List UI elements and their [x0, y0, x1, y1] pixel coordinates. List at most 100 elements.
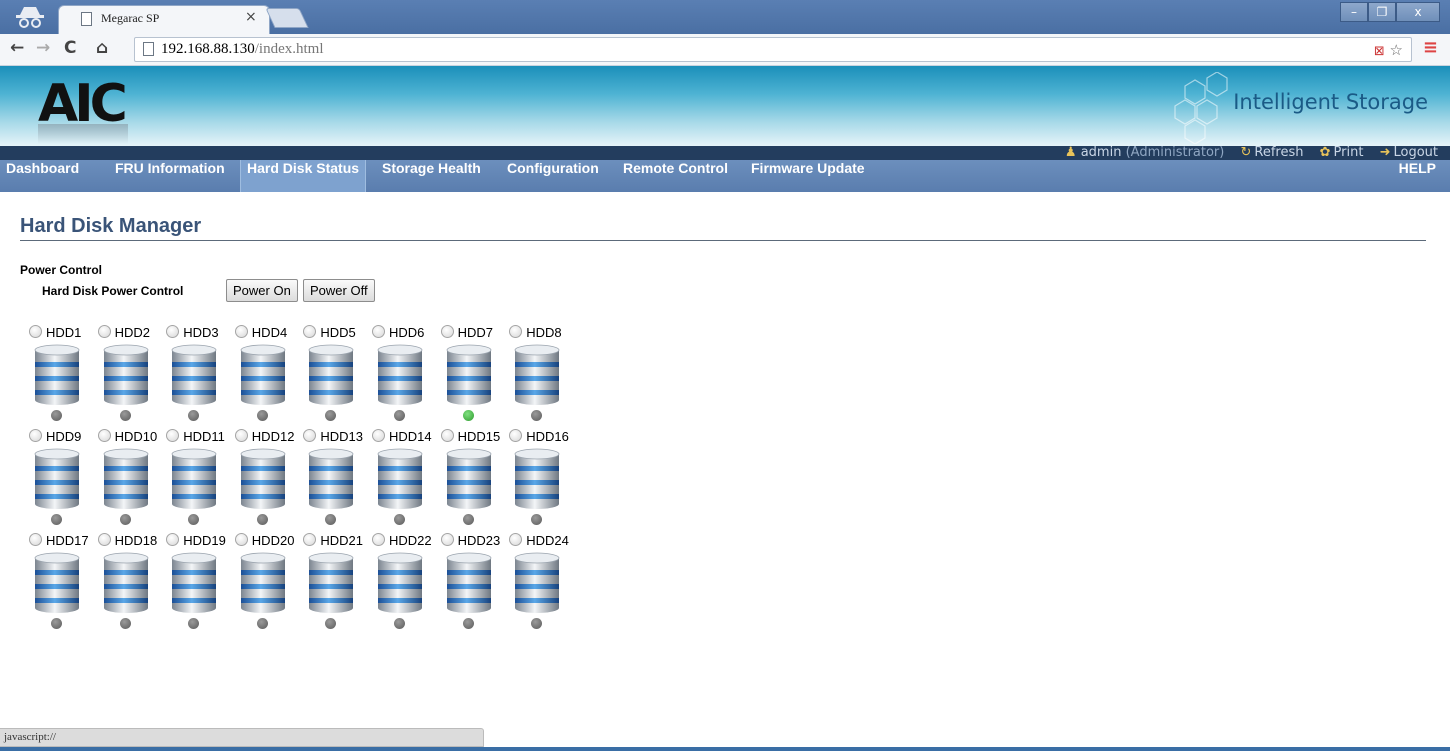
hard-disk-icon[interactable]: [307, 552, 355, 614]
hard-disk-icon[interactable]: [239, 344, 287, 406]
hard-disk-icon[interactable]: [445, 344, 493, 406]
hard-disk-icon[interactable]: [33, 448, 81, 510]
disk-select-radio[interactable]: [303, 429, 317, 442]
hard-disk-grid: HDD1 HDD2 HDD3 HDD4 HDD5 HDD6 HDD7 HDD8 HDD9 HDD1…: [22, 322, 582, 632]
hard-disk-icon[interactable]: [307, 448, 355, 510]
disk-label: HDD9: [46, 429, 82, 444]
hard-disk-slot: HDD17: [22, 530, 90, 634]
menu-remote-control[interactable]: Remote Control: [623, 160, 728, 192]
hard-disk-power-label: Hard Disk Power Control: [42, 284, 184, 298]
maximize-button[interactable]: ❐: [1368, 2, 1396, 22]
minimize-button[interactable]: –: [1340, 2, 1368, 22]
disk-label: HDD1: [46, 325, 82, 340]
disk-select-radio[interactable]: [97, 533, 111, 546]
browser-tab[interactable]: Megarac SP ×: [58, 5, 270, 34]
disk-select-radio[interactable]: [372, 533, 385, 546]
menu-dashboard[interactable]: Dashboard: [6, 160, 79, 192]
hard-disk-slot: HDD14: [365, 426, 433, 530]
home-icon[interactable]: ⌂: [96, 38, 108, 58]
disk-select-radio[interactable]: [97, 429, 111, 442]
disk-select-radio[interactable]: [440, 429, 454, 442]
hard-disk-icon[interactable]: [102, 344, 150, 406]
refresh-link[interactable]: Refresh: [1254, 145, 1303, 160]
disk-select-radio[interactable]: [440, 533, 454, 546]
disk-status-led: [188, 514, 200, 525]
hard-disk-icon[interactable]: [102, 552, 150, 614]
disk-label: HDD4: [251, 325, 288, 340]
disk-status-led: [394, 618, 405, 629]
disk-select-radio[interactable]: [440, 325, 454, 338]
menu-storage-health[interactable]: Storage Health: [382, 160, 481, 192]
disk-status-led: [188, 410, 200, 421]
hard-disk-icon[interactable]: [170, 552, 218, 614]
back-icon[interactable]: ←: [10, 38, 24, 58]
disk-select-radio[interactable]: [29, 533, 42, 546]
hard-disk-icon[interactable]: [307, 344, 355, 406]
hard-disk-icon[interactable]: [102, 448, 150, 510]
disk-select-radio[interactable]: [509, 429, 523, 442]
forward-icon[interactable]: →: [36, 38, 50, 58]
user-icon: ♟: [1064, 145, 1077, 160]
menu-hard-disk-status[interactable]: Hard Disk Status: [240, 160, 367, 192]
disk-select-radio[interactable]: [509, 533, 523, 546]
browser-menu-icon[interactable]: ≡: [1423, 37, 1438, 58]
hard-disk-icon[interactable]: [513, 552, 561, 614]
page-favicon-icon: [81, 12, 92, 26]
hard-disk-icon[interactable]: [376, 552, 424, 614]
menu-fru-information[interactable]: FRU Information: [115, 160, 225, 192]
hard-disk-icon[interactable]: [445, 552, 493, 614]
bookmark-star-icon[interactable]: ⊠ ☆: [1374, 41, 1403, 59]
disk-select-radio[interactable]: [372, 325, 385, 338]
hard-disk-icon[interactable]: [33, 344, 81, 406]
hard-disk-slot: HDD22: [365, 530, 433, 634]
hard-disk-icon[interactable]: [33, 552, 81, 614]
hard-disk-slot: HDD10: [91, 426, 159, 530]
disk-label: HDD22: [389, 533, 432, 548]
star-icon[interactable]: ☆: [1390, 41, 1403, 59]
disk-select-radio[interactable]: [234, 325, 248, 338]
hard-disk-icon[interactable]: [170, 448, 218, 510]
power-on-button[interactable]: Power On: [226, 279, 298, 302]
hard-disk-icon[interactable]: [376, 344, 424, 406]
hard-disk-icon[interactable]: [513, 448, 561, 510]
popup-blocked-icon[interactable]: ⊠: [1374, 44, 1385, 59]
hard-disk-slot: HDD21: [296, 530, 364, 634]
disk-select-radio[interactable]: [29, 325, 42, 338]
disk-select-radio[interactable]: [303, 533, 317, 546]
menu-configuration[interactable]: Configuration: [507, 160, 599, 192]
disk-label: HDD19: [183, 533, 226, 548]
tab-close-icon[interactable]: ×: [245, 9, 257, 25]
main-menu: Dashboard FRU Information Hard Disk Stat…: [0, 160, 1450, 192]
disk-status-led: [531, 618, 543, 629]
disk-label: HDD2: [114, 325, 150, 340]
page-icon: [143, 42, 154, 56]
disk-select-radio[interactable]: [97, 325, 111, 338]
disk-status-led: [462, 618, 474, 629]
disk-select-radio[interactable]: [372, 429, 385, 442]
disk-select-radio[interactable]: [509, 325, 523, 338]
disk-select-radio[interactable]: [303, 325, 317, 338]
hard-disk-icon[interactable]: [376, 448, 424, 510]
hard-disk-icon[interactable]: [239, 448, 287, 510]
disk-select-radio[interactable]: [234, 429, 248, 442]
disk-select-radio[interactable]: [166, 533, 180, 546]
power-control-heading: Power Control: [20, 263, 103, 277]
logout-link[interactable]: Logout: [1393, 145, 1438, 160]
hard-disk-icon[interactable]: [239, 552, 287, 614]
hard-disk-icon[interactable]: [445, 448, 493, 510]
power-off-button[interactable]: Power Off: [303, 279, 375, 302]
address-bar[interactable]: 192.168.88.130/index.html ⊠ ☆: [134, 37, 1412, 62]
disk-select-radio[interactable]: [29, 429, 42, 442]
close-window-button[interactable]: x: [1396, 2, 1440, 22]
menu-firmware-update[interactable]: Firmware Update: [751, 160, 865, 192]
disk-select-radio[interactable]: [166, 325, 180, 338]
reload-icon[interactable]: C: [64, 38, 76, 58]
disk-select-radio[interactable]: [166, 429, 180, 442]
hard-disk-icon[interactable]: [170, 344, 218, 406]
disk-select-radio[interactable]: [234, 533, 248, 546]
hard-disk-icon[interactable]: [513, 344, 561, 406]
help-link[interactable]: HELP: [1399, 160, 1436, 192]
print-icon: ✿: [1319, 145, 1331, 160]
print-link[interactable]: Print: [1334, 145, 1364, 160]
new-tab-button[interactable]: [265, 8, 309, 28]
